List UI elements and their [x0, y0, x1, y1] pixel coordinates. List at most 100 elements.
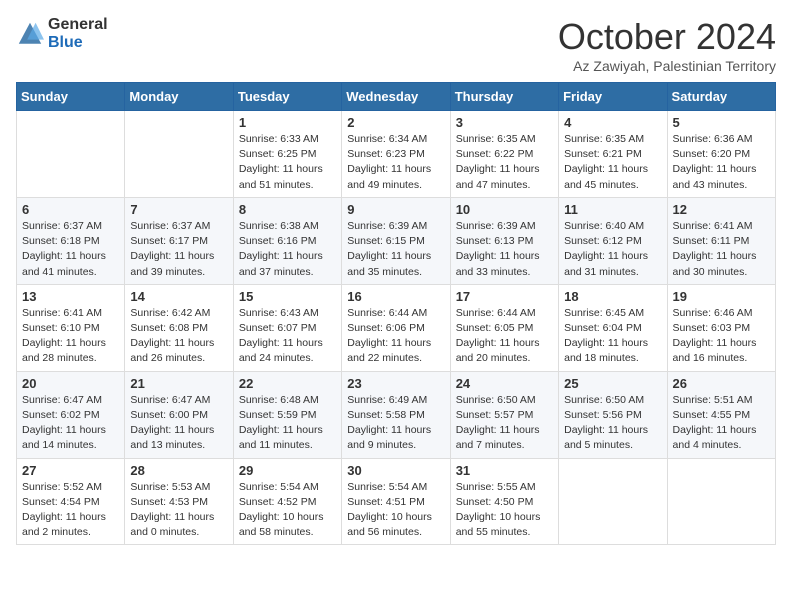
logo-general-text: General — [48, 16, 108, 34]
calendar-body: 1Sunrise: 6:33 AM Sunset: 6:25 PM Daylig… — [17, 111, 776, 545]
calendar-cell — [559, 458, 667, 545]
title-block: October 2024 Az Zawiyah, Palestinian Ter… — [558, 16, 776, 74]
calendar-cell: 3Sunrise: 6:35 AM Sunset: 6:22 PM Daylig… — [450, 111, 558, 198]
day-number: 28 — [130, 463, 227, 478]
day-number: 5 — [673, 115, 770, 130]
day-number: 19 — [673, 289, 770, 304]
weekday-header-saturday: Saturday — [667, 83, 775, 111]
logo: General Blue — [16, 16, 108, 51]
day-info: Sunrise: 6:44 AM Sunset: 6:06 PM Dayligh… — [347, 306, 444, 367]
calendar-cell — [667, 458, 775, 545]
day-number: 25 — [564, 376, 661, 391]
day-info: Sunrise: 6:41 AM Sunset: 6:10 PM Dayligh… — [22, 306, 119, 367]
page-header: General Blue October 2024 Az Zawiyah, Pa… — [16, 16, 776, 74]
day-info: Sunrise: 6:37 AM Sunset: 6:17 PM Dayligh… — [130, 219, 227, 280]
day-info: Sunrise: 6:47 AM Sunset: 6:02 PM Dayligh… — [22, 393, 119, 454]
calendar-cell: 18 Sunrise: 6:45 AM Sunset: 6:04 PM Dayli… — [559, 284, 667, 371]
calendar-week-5: 27Sunrise: 5:52 AM Sunset: 4:54 PM Dayli… — [17, 458, 776, 545]
day-number: 20 — [22, 376, 119, 391]
day-number: 21 — [130, 376, 227, 391]
weekday-header-friday: Friday — [559, 83, 667, 111]
day-number: 6 — [22, 202, 119, 217]
day-info: Sunrise: 6:45 AM Sunset: 6:04 PM Dayligh… — [564, 306, 661, 367]
calendar-cell: 6Sunrise: 6:37 AM Sunset: 6:18 PM Daylig… — [17, 197, 125, 284]
day-info: Sunrise: 5:53 AM Sunset: 4:53 PM Dayligh… — [130, 480, 227, 541]
day-info: Sunrise: 6:49 AM Sunset: 5:58 PM Dayligh… — [347, 393, 444, 454]
day-number: 14 — [130, 289, 227, 304]
day-info: Sunrise: 6:41 AM Sunset: 6:11 PM Dayligh… — [673, 219, 770, 280]
calendar-cell: 13 Sunrise: 6:41 AM Sunset: 6:10 PM Dayli… — [17, 284, 125, 371]
day-number: 24 — [456, 376, 553, 391]
day-info: Sunrise: 6:50 AM Sunset: 5:57 PM Dayligh… — [456, 393, 553, 454]
day-info: Sunrise: 5:54 AM Sunset: 4:51 PM Dayligh… — [347, 480, 444, 541]
day-number: 22 — [239, 376, 336, 391]
day-number: 13 — [22, 289, 119, 304]
logo-text: General Blue — [48, 16, 108, 51]
day-number: 2 — [347, 115, 444, 130]
day-number: 7 — [130, 202, 227, 217]
day-number: 29 — [239, 463, 336, 478]
location-subtitle: Az Zawiyah, Palestinian Territory — [558, 58, 776, 74]
logo-icon — [16, 20, 44, 48]
day-number: 3 — [456, 115, 553, 130]
day-number: 23 — [347, 376, 444, 391]
calendar-cell: 29 Sunrise: 5:54 AM Sunset: 4:52 PM Dayli… — [233, 458, 341, 545]
day-info: Sunrise: 6:35 AM Sunset: 6:21 PM Dayligh… — [564, 132, 661, 193]
calendar-cell: 19Sunrise: 6:46 AM Sunset: 6:03 PM Dayli… — [667, 284, 775, 371]
calendar-cell: 20 Sunrise: 6:47 AM Sunset: 6:02 PM Dayli… — [17, 371, 125, 458]
calendar-cell — [125, 111, 233, 198]
calendar-cell: 5 Sunrise: 6:36 AM Sunset: 6:20 PM Daylig… — [667, 111, 775, 198]
day-number: 9 — [347, 202, 444, 217]
day-info: Sunrise: 5:54 AM Sunset: 4:52 PM Dayligh… — [239, 480, 336, 541]
logo-blue-text: Blue — [48, 34, 108, 52]
weekday-header-tuesday: Tuesday — [233, 83, 341, 111]
calendar-cell: 8Sunrise: 6:38 AM Sunset: 6:16 PM Daylig… — [233, 197, 341, 284]
calendar-cell: 10 Sunrise: 6:39 AM Sunset: 6:13 PM Dayli… — [450, 197, 558, 284]
calendar-cell: 30 Sunrise: 5:54 AM Sunset: 4:51 PM Dayli… — [342, 458, 450, 545]
day-number: 15 — [239, 289, 336, 304]
day-info: Sunrise: 6:44 AM Sunset: 6:05 PM Dayligh… — [456, 306, 553, 367]
day-info: Sunrise: 5:52 AM Sunset: 4:54 PM Dayligh… — [22, 480, 119, 541]
day-info: Sunrise: 6:43 AM Sunset: 6:07 PM Dayligh… — [239, 306, 336, 367]
day-info: Sunrise: 5:51 AM Sunset: 4:55 PM Dayligh… — [673, 393, 770, 454]
day-number: 30 — [347, 463, 444, 478]
day-number: 31 — [456, 463, 553, 478]
calendar-week-4: 20 Sunrise: 6:47 AM Sunset: 6:02 PM Dayli… — [17, 371, 776, 458]
calendar-cell: 23 Sunrise: 6:49 AM Sunset: 5:58 PM Dayli… — [342, 371, 450, 458]
calendar-week-3: 13 Sunrise: 6:41 AM Sunset: 6:10 PM Dayli… — [17, 284, 776, 371]
day-number: 11 — [564, 202, 661, 217]
calendar-cell: 21 Sunrise: 6:47 AM Sunset: 6:00 PM Dayli… — [125, 371, 233, 458]
calendar-cell: 31 Sunrise: 5:55 AM Sunset: 4:50 PM Dayli… — [450, 458, 558, 545]
month-title: October 2024 — [558, 16, 776, 58]
weekday-header-sunday: Sunday — [17, 83, 125, 111]
weekday-header-thursday: Thursday — [450, 83, 558, 111]
day-info: Sunrise: 5:55 AM Sunset: 4:50 PM Dayligh… — [456, 480, 553, 541]
day-info: Sunrise: 6:39 AM Sunset: 6:13 PM Dayligh… — [456, 219, 553, 280]
day-info: Sunrise: 6:48 AM Sunset: 5:59 PM Dayligh… — [239, 393, 336, 454]
day-number: 4 — [564, 115, 661, 130]
weekday-header-row: SundayMondayTuesdayWednesdayThursdayFrid… — [17, 83, 776, 111]
calendar-cell: 27Sunrise: 5:52 AM Sunset: 4:54 PM Dayli… — [17, 458, 125, 545]
weekday-header-wednesday: Wednesday — [342, 83, 450, 111]
day-number: 18 — [564, 289, 661, 304]
day-info: Sunrise: 6:47 AM Sunset: 6:00 PM Dayligh… — [130, 393, 227, 454]
calendar-cell: 1Sunrise: 6:33 AM Sunset: 6:25 PM Daylig… — [233, 111, 341, 198]
calendar-cell: 28 Sunrise: 5:53 AM Sunset: 4:53 PM Dayli… — [125, 458, 233, 545]
day-number: 17 — [456, 289, 553, 304]
day-info: Sunrise: 6:33 AM Sunset: 6:25 PM Dayligh… — [239, 132, 336, 193]
day-info: Sunrise: 6:38 AM Sunset: 6:16 PM Dayligh… — [239, 219, 336, 280]
calendar-cell: 12Sunrise: 6:41 AM Sunset: 6:11 PM Dayli… — [667, 197, 775, 284]
calendar-cell: 14Sunrise: 6:42 AM Sunset: 6:08 PM Dayli… — [125, 284, 233, 371]
calendar-cell: 11Sunrise: 6:40 AM Sunset: 6:12 PM Dayli… — [559, 197, 667, 284]
calendar-cell: 24 Sunrise: 6:50 AM Sunset: 5:57 PM Dayli… — [450, 371, 558, 458]
calendar-cell: 25Sunrise: 6:50 AM Sunset: 5:56 PM Dayli… — [559, 371, 667, 458]
calendar-week-2: 6Sunrise: 6:37 AM Sunset: 6:18 PM Daylig… — [17, 197, 776, 284]
day-info: Sunrise: 6:39 AM Sunset: 6:15 PM Dayligh… — [347, 219, 444, 280]
day-info: Sunrise: 6:36 AM Sunset: 6:20 PM Dayligh… — [673, 132, 770, 193]
calendar-cell — [17, 111, 125, 198]
calendar-cell: 22 Sunrise: 6:48 AM Sunset: 5:59 PM Dayli… — [233, 371, 341, 458]
day-number: 10 — [456, 202, 553, 217]
weekday-header-monday: Monday — [125, 83, 233, 111]
calendar-cell: 4 Sunrise: 6:35 AM Sunset: 6:21 PM Daylig… — [559, 111, 667, 198]
calendar-cell: 2Sunrise: 6:34 AM Sunset: 6:23 PM Daylig… — [342, 111, 450, 198]
